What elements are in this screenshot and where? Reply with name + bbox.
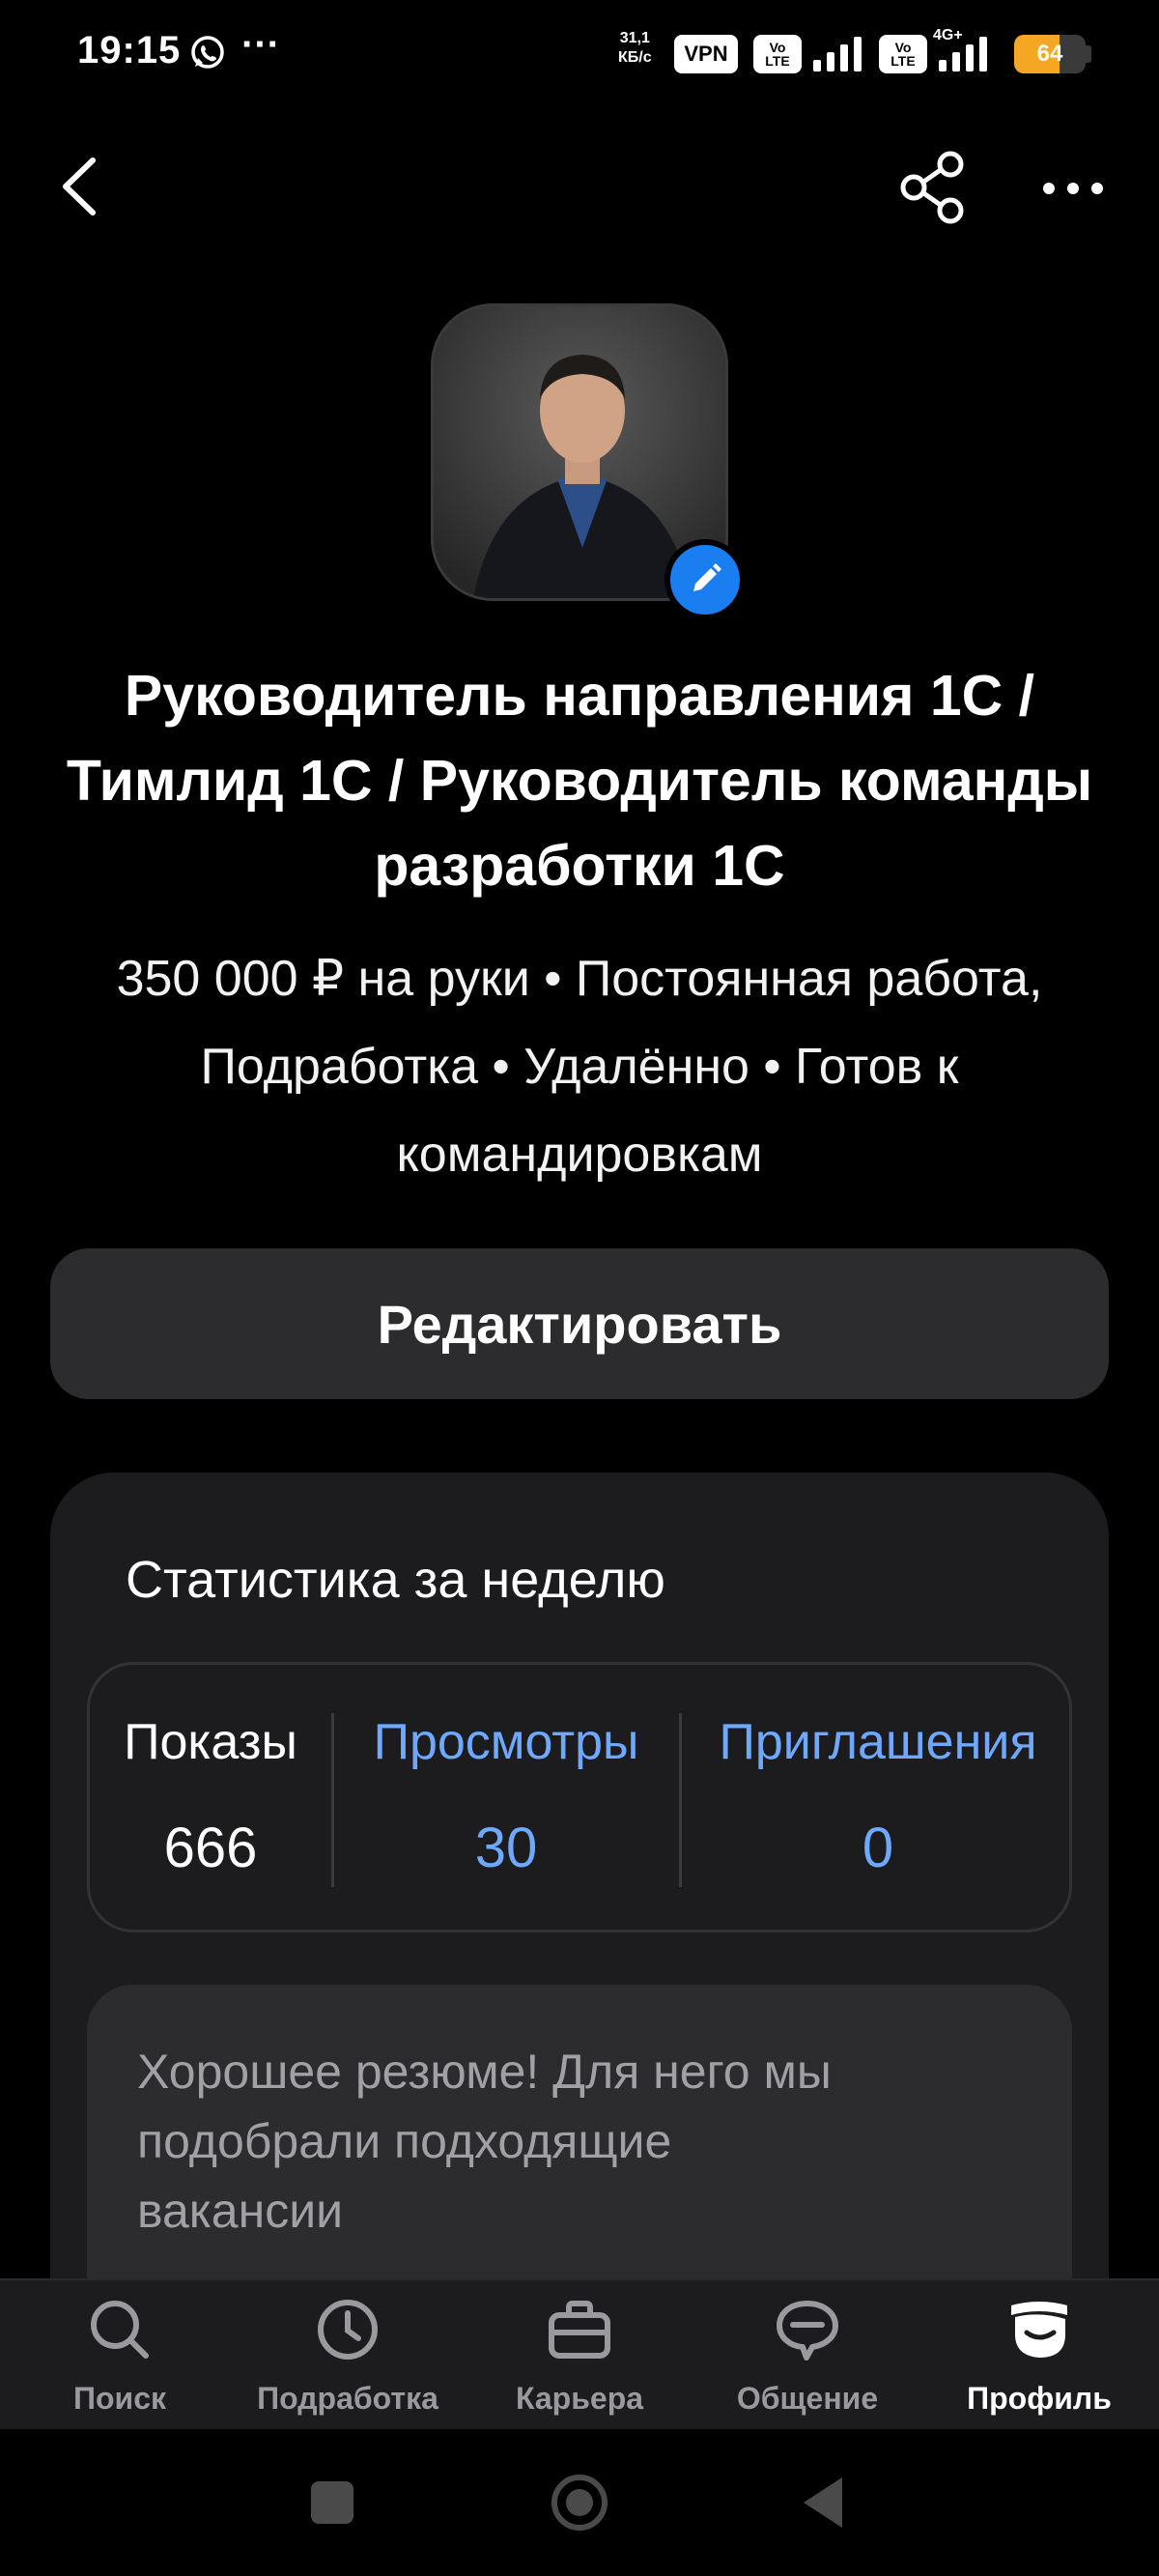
stat-invitations-value[interactable]: 0 [681,1816,1075,1880]
search-icon [91,2301,149,2359]
network-speed: 31,1 КБ/с [618,30,652,66]
whatsapp-icon [191,36,224,69]
nav-side-jobs[interactable]: Подработка [232,2280,464,2431]
clock-icon [318,2300,378,2360]
volte-badge: Vo LTE [753,35,802,73]
nav-side-jobs-label: Подработка [257,2381,438,2416]
stat-impressions-label: Показы [124,1714,297,1770]
chat-icon [777,2301,838,2361]
nav-career-label: Карьера [515,2381,644,2416]
banner-text: Хорошее резюме! Для него мы подобрали по… [137,2045,832,2238]
battery-icon: 64 [1014,35,1086,73]
stat-views[interactable]: Просмотры 30 [333,1665,679,1935]
edit-resume-button[interactable]: Редактировать [50,1248,1109,1399]
resume-conditions: 350 000 ₽ на руки • Постоянная работа, П… [116,951,1043,1183]
stat-impressions-value: 666 [163,1817,258,1879]
stat-invitations[interactable]: Приглашения 0 [681,1665,1075,1935]
more-button[interactable] [1039,164,1107,213]
nav-messages[interactable]: Общение [692,2280,923,2431]
status-bar: 19:15 ··· 31,1 КБ/с VPN Vo LTE Vo LTE 4G+ … [0,0,1159,106]
back-system-button[interactable] [794,2472,856,2533]
profile-icon [1011,2302,1067,2358]
nav-messages-label: Общение [736,2381,879,2416]
stats-title: Статистика за неделю [126,1551,665,1609]
back-button[interactable] [52,153,110,220]
nav-search-label: Поиск [72,2381,167,2416]
stats-box: Показы 666 Просмотры 30 Приглашения 0 [87,1662,1072,1932]
stat-impressions: Показы 666 [90,1665,331,1935]
briefcase-icon [549,2301,610,2359]
bottom-navigation: Поиск Подработка Карьера Общение Профиль [0,2278,1159,2429]
nav-profile[interactable]: Профиль [923,2280,1155,2431]
recents-button[interactable] [301,2472,363,2533]
home-button[interactable] [549,2472,610,2533]
signal-icon [813,37,862,72]
stat-views-value[interactable]: 30 [333,1816,679,1880]
stat-invitations-label[interactable]: Приглашения [681,1713,1075,1771]
stat-views-label[interactable]: Просмотры [333,1713,679,1771]
nav-career[interactable]: Карьера [464,2280,695,2431]
pencil-icon [693,563,721,591]
system-navigation-bar [0,2429,1159,2576]
nav-profile-label: Профиль [967,2381,1112,2416]
vpn-badge: VPN [674,35,738,73]
battery-tip [1086,45,1091,63]
edit-photo-button[interactable] [664,539,746,620]
signal-icon-2 [939,37,987,72]
share-button[interactable] [894,149,972,226]
volte-badge-2: Vo LTE [879,35,927,73]
nav-search[interactable]: Поиск [4,2280,236,2431]
more-notifications-icon: ··· [241,23,280,66]
status-time: 19:15 [77,29,182,72]
resume-title: Руководитель направления 1С / Тимлид 1С … [66,664,1093,898]
